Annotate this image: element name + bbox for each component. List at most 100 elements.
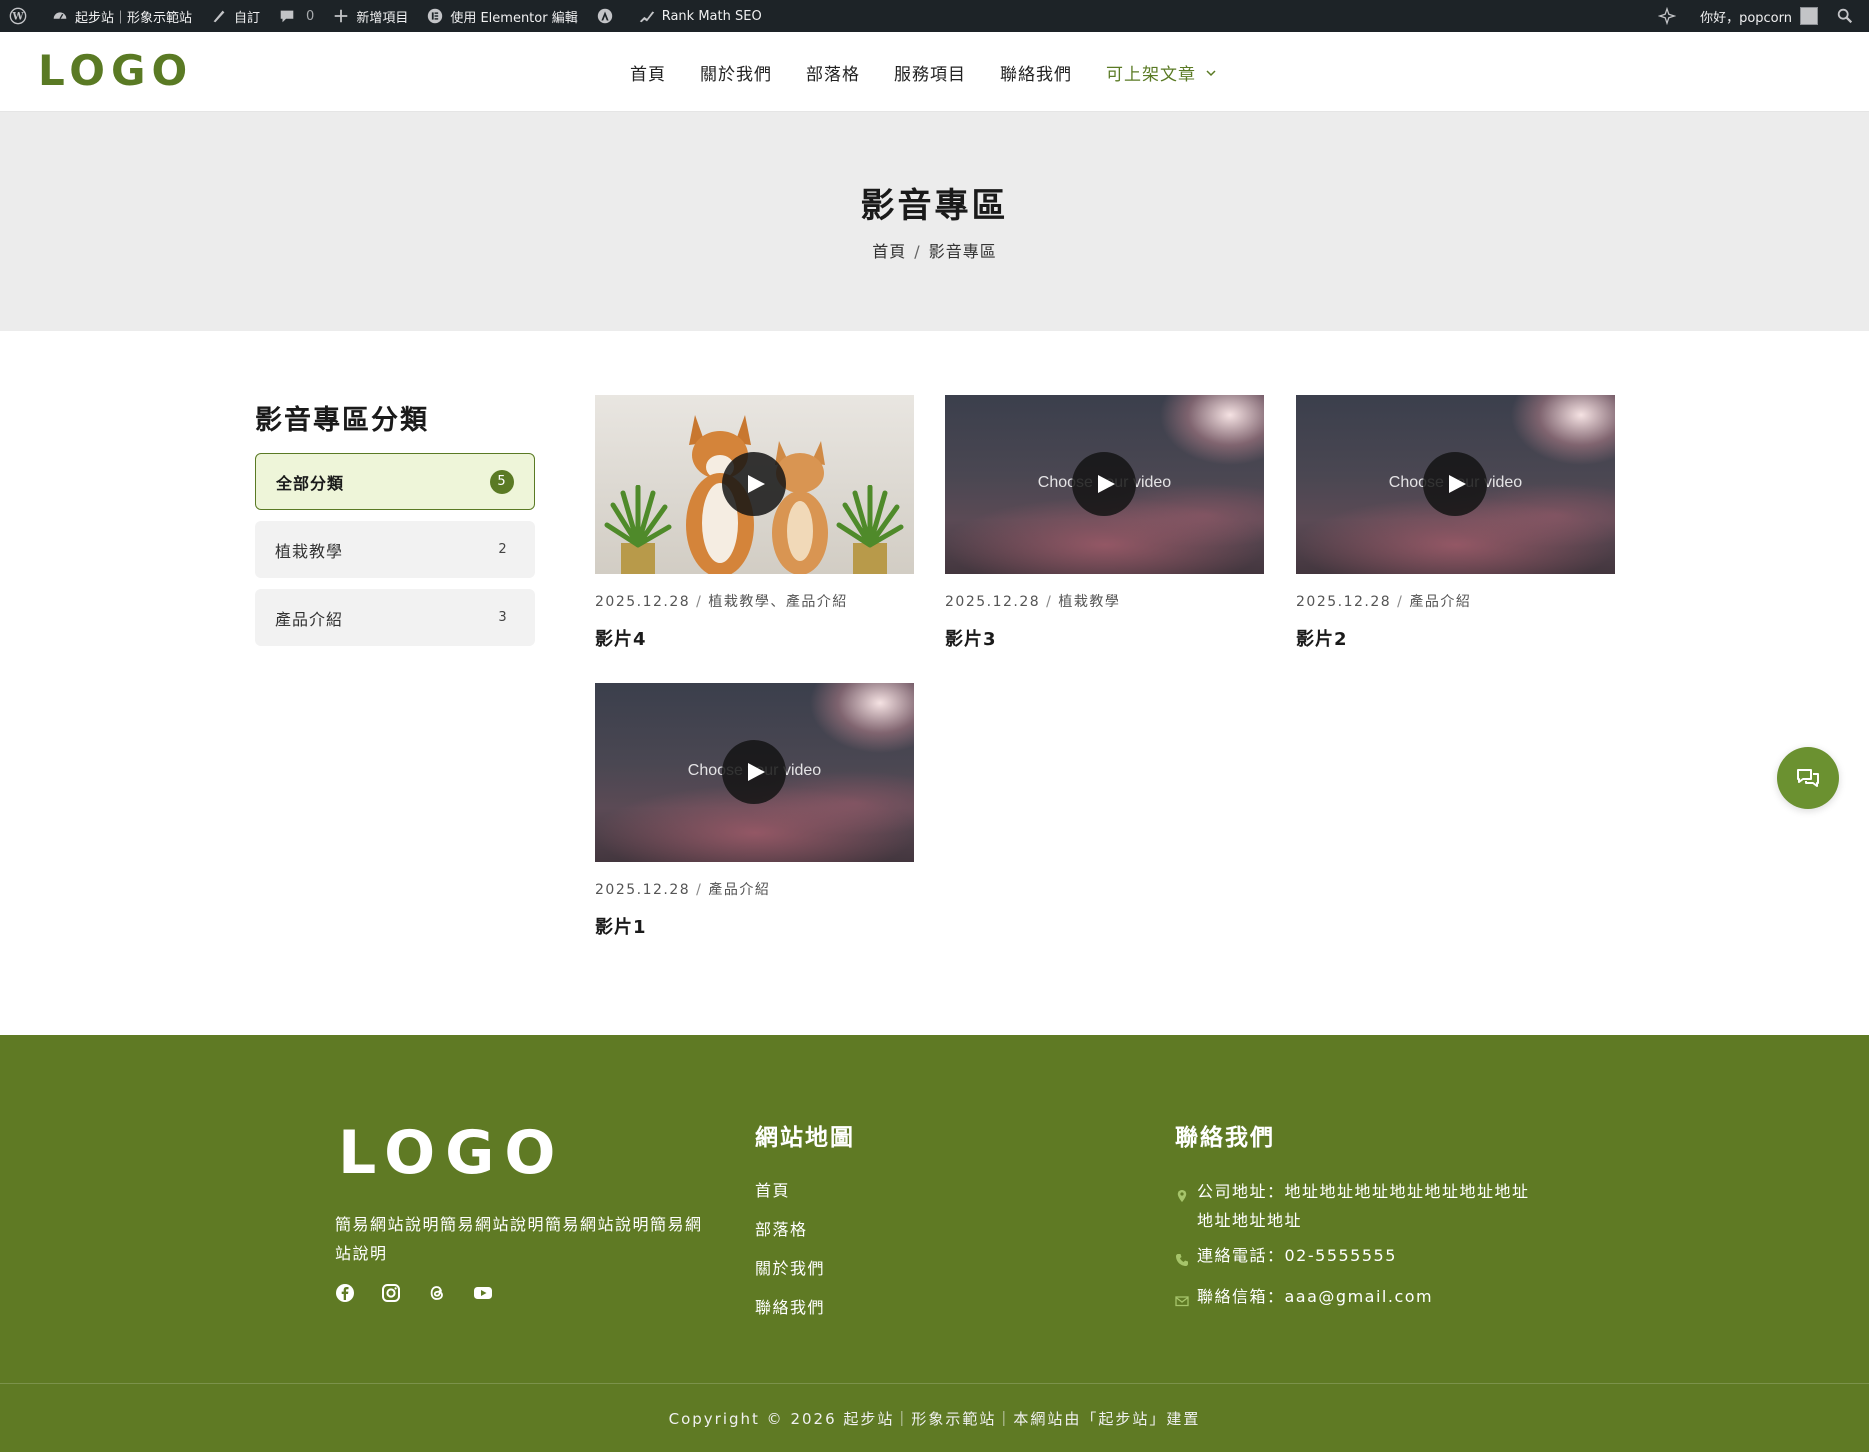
location-pin-icon [1177, 1190, 1187, 1202]
threads-link[interactable] [427, 1283, 447, 1303]
elementor-edit-link[interactable]: 使用 Elementor 編輯 [417, 0, 586, 32]
rank-math-icon [639, 11, 654, 23]
wordpress-menu[interactable]: W [0, 0, 42, 32]
category-all[interactable]: 全部分類 5 [255, 453, 535, 510]
video-thumbnail[interactable]: Choose your video [945, 395, 1264, 574]
video-title[interactable]: 影片1 [595, 913, 914, 939]
envelope-icon [1175, 1296, 1189, 1307]
elementor-label: 使用 Elementor 編輯 [450, 10, 578, 26]
video-category[interactable]: 植栽教學、產品介紹 [708, 594, 848, 610]
nav-services[interactable]: 服務項目 [894, 60, 966, 85]
play-icon [748, 475, 765, 493]
chat-icon [1797, 769, 1819, 787]
sitemap-title: 網站地圖 [755, 1125, 855, 1151]
footer-logo[interactable]: LOGO [338, 1118, 565, 1188]
sitemap-link-about[interactable]: 關於我們 [755, 1255, 825, 1294]
sitemap-link-blog[interactable]: 部落格 [755, 1216, 825, 1255]
phone-text[interactable]: 連絡電話：02-5555555 [1197, 1241, 1397, 1276]
rank-math-label: Rank Math SEO [661, 8, 762, 24]
nav-articles-label: 可上架文章 [1106, 65, 1196, 85]
video-card: Choose your video 2025.12.28/產品介紹 影片1 [595, 683, 914, 939]
page-title-band: 影音專區 首頁 / 影音專區 [0, 112, 1869, 331]
address-text: 公司地址：地址地址地址地址地址地址地址地址地址地址 [1197, 1182, 1530, 1230]
comments-count: 0 [306, 8, 315, 24]
instagram-link[interactable] [381, 1283, 401, 1303]
category-count: 2 [498, 542, 508, 557]
video-date: 2025.12.28 [595, 594, 691, 610]
sparkle-icon [1658, 7, 1677, 25]
site-footer: LOGO 簡易網站說明簡易網站說明簡易網站說明簡易網站說明 網站地圖 首頁 部落… [0, 1035, 1869, 1452]
customize-link[interactable]: 自訂 [201, 0, 269, 32]
site-header: LOGO 首頁 關於我們 部落格 服務項目 聯絡我們 可上架文章 [0, 32, 1869, 112]
video-card: Choose your video 2025.12.28/產品介紹 影片2 [1296, 395, 1615, 651]
category-planting[interactable]: 植栽教學 2 [255, 521, 535, 578]
video-date: 2025.12.28 [1296, 594, 1392, 610]
video-card: Choose your video 2025.12.28/植栽教學 影片3 [945, 395, 1264, 651]
footer-divider [0, 1383, 1869, 1384]
video-thumbnail[interactable]: Choose your video [595, 683, 914, 862]
astra-icon [597, 8, 612, 24]
email-text[interactable]: 聯絡信箱：aaa@gmail.com [1197, 1282, 1433, 1317]
play-button[interactable] [722, 740, 786, 804]
video-thumbnail[interactable] [595, 395, 914, 574]
play-button[interactable] [1072, 452, 1136, 516]
video-thumbnail[interactable]: Choose your video [1296, 395, 1615, 574]
video-title[interactable]: 影片4 [595, 625, 914, 651]
rank-math-menu[interactable]: Rank Math SEO [629, 0, 771, 32]
breadcrumb: 首頁 / 影音專區 [0, 238, 1869, 262]
ai-assistant-button[interactable] [1649, 0, 1691, 32]
video-date: 2025.12.28 [595, 882, 691, 898]
category-label: 全部分類 [276, 473, 345, 493]
category-label: 產品介紹 [275, 609, 344, 629]
social-links [335, 1283, 493, 1303]
dashboard-icon [53, 12, 67, 20]
site-name-menu[interactable]: 起步站｜形象示範站 [42, 0, 201, 32]
sitemap-link-home[interactable]: 首頁 [755, 1177, 825, 1216]
chat-button[interactable] [1777, 747, 1839, 809]
brush-icon [213, 10, 225, 23]
site-logo[interactable]: LOGO [38, 46, 193, 95]
video-title[interactable]: 影片2 [1296, 625, 1615, 651]
video-meta: 2025.12.28/植栽教學 [945, 594, 1121, 610]
plant-illustration [836, 485, 904, 574]
play-button[interactable] [1423, 452, 1487, 516]
search-icon [1837, 8, 1853, 24]
phone-icon [1176, 1254, 1188, 1266]
sidebar-title: 影音專區分類 [255, 405, 429, 436]
category-products[interactable]: 產品介紹 3 [255, 589, 535, 646]
plant-illustration [604, 485, 672, 574]
customize-label: 自訂 [234, 10, 261, 26]
breadcrumb-home[interactable]: 首頁 [872, 242, 906, 261]
video-category[interactable]: 產品介紹 [1409, 594, 1471, 610]
contact-email: 聯絡信箱：aaa@gmail.com [1175, 1282, 1535, 1317]
greeting: 你好，popcorn [1700, 10, 1792, 26]
nav-contact[interactable]: 聯絡我們 [1000, 60, 1072, 85]
contact-address: 公司地址：地址地址地址地址地址地址地址地址地址地址 [1175, 1177, 1535, 1235]
account-menu[interactable]: 你好，popcorn [1691, 0, 1827, 32]
nav-articles-dropdown[interactable]: 可上架文章 [1106, 60, 1216, 85]
astra-menu[interactable] [587, 0, 629, 32]
chevron-down-icon [1206, 69, 1216, 76]
nav-blog[interactable]: 部落格 [806, 60, 860, 85]
nav-about[interactable]: 關於我們 [700, 60, 772, 85]
sitemap-links: 首頁 部落格 關於我們 聯絡我們 [755, 1177, 825, 1333]
admin-bar: W 起步站｜形象示範站 自訂 0 新增項目 使用 Elementor 編輯 Ra… [0, 0, 1869, 32]
contact-phone: 連絡電話：02-5555555 [1175, 1241, 1535, 1276]
facebook-link[interactable] [335, 1283, 355, 1303]
category-count: 5 [490, 469, 514, 494]
video-category[interactable]: 產品介紹 [708, 882, 770, 898]
category-label: 植栽教學 [275, 541, 344, 561]
nav-home[interactable]: 首頁 [630, 60, 666, 85]
elementor-icon [428, 8, 443, 24]
site-name: 起步站｜形象示範站 [75, 10, 193, 26]
youtube-link[interactable] [473, 1283, 493, 1303]
contact-title: 聯絡我們 [1175, 1125, 1275, 1151]
sitemap-link-contact[interactable]: 聯絡我們 [755, 1294, 825, 1333]
play-button[interactable] [722, 452, 786, 516]
admin-search-button[interactable] [1827, 0, 1869, 32]
video-title[interactable]: 影片3 [945, 625, 1264, 651]
page-title: 影音專區 [860, 186, 1009, 226]
video-category[interactable]: 植栽教學 [1058, 594, 1120, 610]
comments-link[interactable]: 0 [269, 0, 323, 32]
new-item-menu[interactable]: 新增項目 [323, 0, 417, 32]
